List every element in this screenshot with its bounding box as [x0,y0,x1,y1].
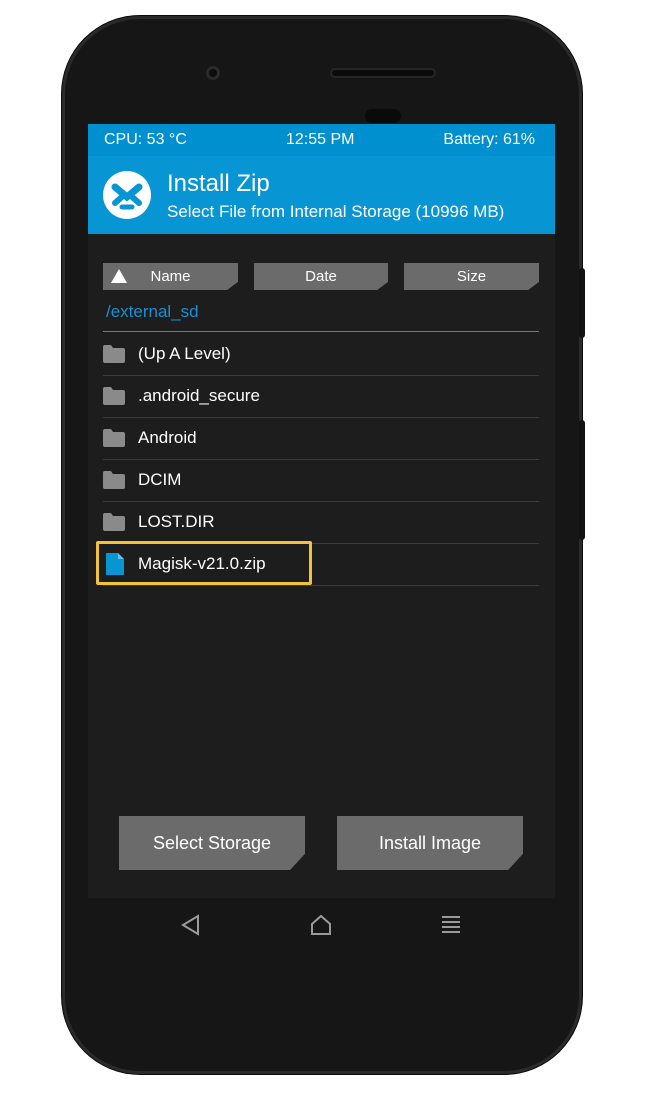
power-button [579,268,585,338]
sort-size-label: Size [456,268,487,285]
list-item[interactable]: DCIM [103,459,539,502]
volume-rocker [579,420,585,540]
folder-icon [103,387,125,405]
list-item[interactable]: .android_secure [103,375,539,418]
folder-icon [103,345,125,363]
sort-by-size-button[interactable]: Size [404,263,539,290]
front-camera [206,66,220,80]
proximity-sensor [365,109,401,123]
page-subtitle: Select File from Internal Storage (10996… [167,202,505,221]
screen: CPU: 53 °C 12:55 PM Battery: 61% Install… [88,124,555,898]
sort-name-label: Name [150,268,191,285]
path-divider [103,331,539,332]
battery-level: Battery: 61% [443,131,535,148]
navigation-bar [88,898,555,956]
status-bar: CPU: 53 °C 12:55 PM Battery: 61% [88,124,555,156]
folder-icon [103,513,125,531]
earpiece-speaker [330,68,436,78]
folder-icon [103,471,125,489]
sort-date-label: Date [305,268,337,285]
sort-by-date-button[interactable]: Date [254,263,388,290]
folder-icon [103,429,125,447]
list-item[interactable]: Android [103,417,539,460]
current-path: /external_sd [106,302,199,321]
cpu-temperature: CPU: 53 °C [104,131,187,148]
back-icon[interactable] [180,914,202,936]
twrp-logo-icon [103,171,151,219]
menu-icon[interactable] [441,914,461,936]
page-title: Install Zip [167,170,270,197]
selection-highlight [96,541,312,585]
home-icon[interactable] [310,914,332,936]
select-storage-button[interactable]: Select Storage [119,816,305,870]
list-item[interactable]: (Up A Level) [103,333,539,376]
sort-by-name-button[interactable]: Name [103,263,238,290]
sort-ascending-icon [111,269,127,283]
clock: 12:55 PM [286,131,355,148]
list-item[interactable]: LOST.DIR [103,501,539,544]
header: Install Zip Select File from Internal St… [88,156,555,234]
install-image-button[interactable]: Install Image [337,816,523,870]
